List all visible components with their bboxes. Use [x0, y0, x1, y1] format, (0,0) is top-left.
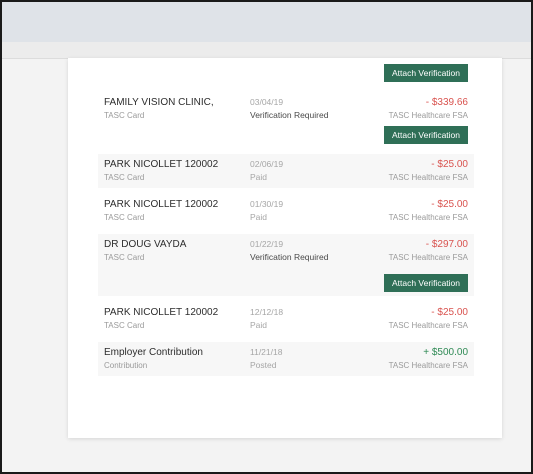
merchant-name: FAMILY VISION CLINIC, [104, 97, 214, 108]
transaction-amount: - $25.00 [431, 159, 468, 170]
transaction-row[interactable]: PARK NICOLLET 120002 TASC Card 12/12/18 … [98, 302, 474, 336]
attach-verification-button[interactable]: Attach Verification [384, 126, 468, 144]
transaction-row[interactable]: Employer Contribution Contribution 11/21… [98, 342, 474, 376]
transaction-status: Paid [250, 212, 268, 222]
merchant-name: Employer Contribution [104, 347, 203, 358]
transactions-panel: Attach Verification FAMILY VISION CLINIC… [68, 58, 502, 438]
transaction-row[interactable]: PARK NICOLLET 120002 TASC Card 01/30/19 … [98, 194, 474, 228]
transaction-status: Paid [250, 320, 268, 330]
account-name: TASC Healthcare FSA [388, 213, 468, 222]
attach-verification-button[interactable]: Attach Verification [384, 274, 468, 292]
account-name: TASC Healthcare FSA [388, 321, 468, 330]
account-name: TASC Healthcare FSA [388, 253, 468, 262]
account-name: TASC Healthcare FSA [388, 173, 468, 182]
transaction-amount: - $339.66 [425, 97, 468, 108]
transaction-status: Paid [250, 172, 268, 182]
transaction-status: Verification Required [250, 252, 329, 262]
page-header-strip [2, 42, 531, 59]
merchant-name: PARK NICOLLET 120002 [104, 199, 219, 210]
payment-source: Contribution [104, 361, 148, 370]
transaction-amount: - $25.00 [431, 307, 468, 318]
merchant-name: DR DOUG VAYDA [104, 239, 187, 250]
transaction-row[interactable]: FAMILY VISION CLINIC, TASC Card 03/04/19… [98, 92, 474, 122]
transaction-date: 01/22/19 [250, 239, 284, 249]
merchant-name: PARK NICOLLET 120002 [104, 159, 219, 170]
transaction-amount: + $500.00 [423, 347, 468, 358]
transaction-status: Verification Required [250, 110, 329, 120]
transaction-amount: - $297.00 [425, 239, 468, 250]
transaction-date: 11/21/18 [250, 347, 283, 357]
browser-window: Attach Verification FAMILY VISION CLINIC… [0, 0, 533, 474]
payment-source: TASC Card [104, 173, 145, 182]
transaction-amount: - $25.00 [431, 199, 468, 210]
payment-source: TASC Card [104, 253, 145, 262]
transaction-date: 02/06/19 [250, 159, 284, 169]
account-name: TASC Healthcare FSA [388, 111, 468, 120]
payment-source: TASC Card [104, 111, 145, 120]
merchant-name: PARK NICOLLET 120002 [104, 307, 219, 318]
browser-toolbar [2, 2, 531, 42]
payment-source: TASC Card [104, 321, 145, 330]
transaction-row[interactable]: PARK NICOLLET 120002 TASC Card 02/06/19 … [98, 154, 474, 188]
account-name: TASC Healthcare FSA [388, 361, 468, 370]
transaction-date: 12/12/18 [250, 307, 284, 317]
transaction-date: 01/30/19 [250, 199, 284, 209]
transaction-date: 03/04/19 [250, 97, 284, 107]
transaction-status: Posted [250, 360, 277, 370]
payment-source: TASC Card [104, 213, 145, 222]
attach-verification-button[interactable]: Attach Verification [384, 64, 468, 82]
